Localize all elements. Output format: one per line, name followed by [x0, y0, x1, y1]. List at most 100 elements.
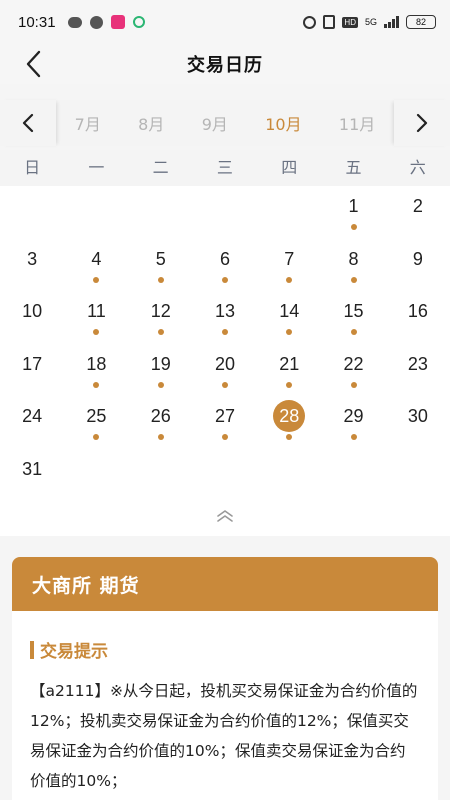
calendar-day[interactable]: 6	[193, 239, 257, 291]
status-bar: 10:31 HD 5G 82	[0, 0, 450, 44]
day-number: 13	[214, 301, 236, 321]
calendar-day[interactable]: 5	[129, 239, 193, 291]
calendar-day[interactable]: 22	[322, 344, 386, 396]
calendar-day[interactable]: 16	[386, 291, 450, 343]
calendar-day[interactable]: 29	[322, 396, 386, 448]
network-label: 5G	[364, 16, 377, 27]
weekday-label: 二	[152, 158, 169, 177]
chat-bubble-icon	[132, 16, 145, 28]
day-number: 12	[150, 301, 171, 321]
calendar-day[interactable]: 4	[64, 239, 128, 291]
day-number: 23	[407, 353, 428, 374]
trading-day-dot	[286, 276, 293, 283]
day-number: 31	[22, 458, 43, 479]
next-month-button[interactable]	[394, 100, 450, 146]
calendar-day[interactable]: 30	[386, 396, 450, 448]
day-number: 3	[27, 248, 38, 269]
calendar-day[interactable]: 2	[386, 186, 450, 238]
month-item[interactable]: 9月	[202, 111, 228, 135]
tip-body: 【a2111】※从今日起，投机买交易保证金为合约价值的12%；投机卖交易保证金为…	[30, 682, 418, 790]
wechat-icon	[67, 16, 82, 28]
nav-bar: 交易日历	[0, 44, 450, 84]
calendar-day[interactable]: 15	[322, 291, 386, 343]
trading-day-dot	[286, 434, 293, 440]
day-number: 7	[284, 248, 295, 269]
shopping-app-icon	[110, 15, 125, 29]
chevron-left-icon	[26, 50, 41, 78]
collapse-calendar-button[interactable]	[215, 508, 235, 522]
day-number: 26	[150, 406, 171, 426]
trading-day-dot	[93, 381, 100, 388]
signal-icon	[384, 16, 399, 28]
calendar-day[interactable]: 20	[193, 344, 257, 396]
weekday-header: 日一二三四五六	[0, 150, 450, 186]
prev-month-button[interactable]	[0, 100, 56, 146]
day-number: 25	[86, 406, 107, 426]
double-chevron-up-icon	[217, 510, 233, 522]
month-selector: 7月 8月 9月 10月 11月	[0, 100, 450, 146]
selected-day-number: 28	[273, 400, 306, 432]
alarm-icon	[303, 15, 317, 29]
calendar-day[interactable]: 25	[64, 396, 128, 448]
day-number: 11	[87, 301, 106, 321]
calendar-day[interactable]: 11	[64, 291, 128, 343]
calendar-day[interactable]: 7	[257, 239, 321, 291]
day-number: 22	[343, 353, 364, 374]
calendar-day[interactable]: 21	[257, 344, 321, 396]
vibrate-icon	[323, 15, 336, 29]
weekday-label: 一	[88, 158, 105, 177]
tip-title-bar	[30, 640, 34, 659]
chevron-right-icon	[416, 113, 428, 133]
trading-day-dot	[157, 434, 164, 440]
tip-title: 交易提示	[30, 637, 438, 662]
calendar-day[interactable]: 26	[129, 396, 193, 448]
trading-day-dot	[350, 381, 357, 388]
calendar-day[interactable]: 31	[0, 449, 64, 501]
calendar-day[interactable]: 17	[0, 344, 64, 396]
calendar-day[interactable]: 13	[193, 291, 257, 343]
day-number: 1	[348, 196, 359, 216]
calendar-day[interactable]: 3	[0, 239, 64, 291]
month-item[interactable]: 10月	[265, 111, 301, 135]
back-button[interactable]	[18, 49, 48, 79]
day-number: 5	[155, 248, 166, 269]
trading-day-dot	[93, 276, 100, 283]
trading-day-dot	[157, 329, 164, 335]
month-item[interactable]: 7月	[75, 111, 101, 135]
trading-day-dot	[222, 329, 228, 335]
day-number: 29	[343, 406, 364, 426]
month-item[interactable]: 8月	[138, 111, 164, 135]
day-number: 17	[22, 353, 43, 374]
day-number: 21	[279, 353, 300, 374]
day-number: 24	[22, 406, 43, 426]
day-number: 8	[348, 248, 359, 269]
chevron-left-icon	[22, 113, 34, 133]
calendar-day[interactable]: 8	[322, 239, 386, 291]
card-header: 大商所 期货	[12, 557, 438, 611]
calendar-day[interactable]: 10	[0, 291, 64, 343]
trading-day-dot	[350, 434, 357, 440]
day-number: 15	[343, 301, 364, 321]
trading-day-dot	[157, 276, 164, 283]
calendar-day[interactable]: 18	[64, 344, 128, 396]
calendar-day[interactable]: 24	[0, 396, 64, 448]
calendar-day[interactable]: 27	[193, 396, 257, 448]
calendar-day[interactable]: 9	[386, 239, 450, 291]
weekday-label: 六	[409, 158, 426, 177]
trading-day-dot	[286, 381, 293, 388]
calendar-day[interactable]: 19	[129, 344, 193, 396]
calendar-day[interactable]: 1	[322, 186, 386, 238]
day-number: 9	[412, 248, 423, 269]
calendar-day[interactable]: 14	[257, 291, 321, 343]
weekday-label: 五	[345, 158, 362, 177]
calendar-day[interactable]: 28	[257, 396, 321, 448]
day-number: 2	[412, 196, 423, 216]
month-item[interactable]: 11月	[339, 111, 375, 135]
calendar-day[interactable]: 23	[386, 344, 450, 396]
calendar-day[interactable]: 12	[129, 291, 193, 343]
day-number: 14	[279, 301, 300, 321]
weekday-label: 日	[24, 158, 41, 177]
day-number: 4	[91, 248, 102, 269]
day-number: 16	[407, 301, 428, 321]
trading-day-dot	[350, 329, 357, 335]
